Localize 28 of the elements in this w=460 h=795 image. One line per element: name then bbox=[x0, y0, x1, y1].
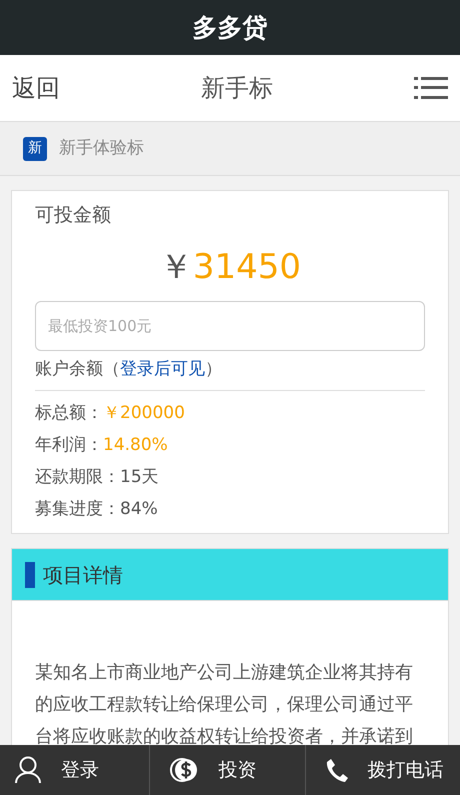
nav-button[interactable]: 拨打电话 bbox=[304, 745, 460, 795]
available-amount: 31450 bbox=[192, 246, 302, 288]
category-label: 新手体验标 bbox=[59, 136, 144, 160]
login-link[interactable]: 登录后可见 bbox=[120, 356, 205, 382]
balance-bracket: ） bbox=[205, 358, 222, 380]
fact-label: 年利润： bbox=[35, 434, 103, 457]
back-button[interactable]: 返回 bbox=[12, 70, 60, 106]
menu-icon[interactable] bbox=[414, 77, 448, 99]
balance-label: 账户余额（ bbox=[35, 358, 120, 380]
fact-label: 还款期限： bbox=[35, 466, 120, 489]
fact-value: 84% bbox=[120, 498, 158, 521]
fact-label: 募集进度： bbox=[35, 498, 120, 521]
app-title: 多多贷 bbox=[192, 12, 268, 44]
phone-icon bbox=[326, 758, 348, 782]
page-title: 新手标 bbox=[201, 73, 273, 104]
section-title: 项目详情 bbox=[43, 562, 123, 588]
fact-value: 14.80% bbox=[103, 434, 168, 457]
dollar-coin-icon bbox=[170, 756, 198, 784]
accent-bar-icon bbox=[25, 562, 35, 588]
card-heading: 可投金额 bbox=[35, 203, 112, 228]
amount-input[interactable]: 最低投资100元 bbox=[35, 300, 425, 350]
person-icon bbox=[15, 756, 41, 784]
currency-symbol: ￥ bbox=[158, 246, 193, 288]
fact-label: 标总额： bbox=[35, 402, 103, 425]
fact-value: ￥200000 bbox=[103, 402, 185, 425]
fact-value: 15天 bbox=[120, 466, 159, 489]
category-badge: 新 bbox=[23, 136, 47, 160]
nav-button[interactable]: 投资 bbox=[149, 745, 305, 795]
